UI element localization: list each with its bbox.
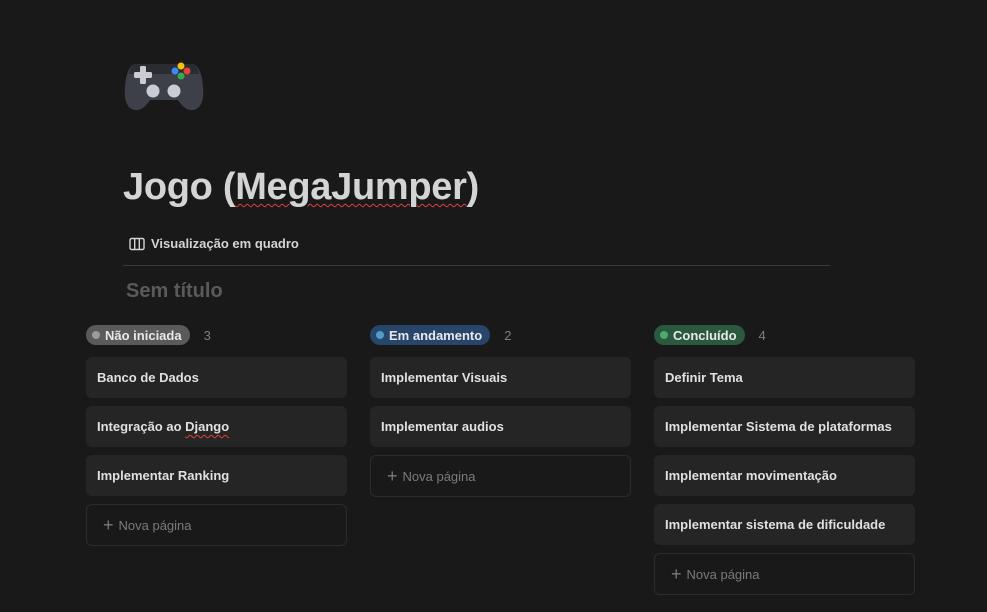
- card-title: Integração ao Django: [97, 419, 230, 434]
- column-count: 2: [504, 327, 512, 343]
- tab-board-view-label: Visualização em quadro: [151, 236, 299, 251]
- plus-icon: +: [103, 515, 114, 535]
- board-card[interactable]: Definir Tema: [654, 357, 915, 398]
- board-columns-icon: [129, 237, 145, 251]
- board-card[interactable]: Integração ao Django: [86, 406, 347, 447]
- new-page-label: Nova página: [402, 468, 476, 484]
- board-column-not-started: Não iniciada 3 Banco de Dados Integração…: [86, 324, 347, 546]
- board-card[interactable]: Implementar Ranking: [86, 455, 347, 496]
- column-count: 3: [203, 327, 211, 343]
- gamepad-icon[interactable]: [123, 56, 205, 116]
- new-page-label: Nova página: [686, 566, 760, 582]
- card-title: Implementar audios: [381, 419, 504, 434]
- card-title-misspelled: Django: [185, 419, 230, 434]
- status-pill-not-started[interactable]: Não iniciada: [86, 325, 190, 345]
- card-title: Implementar movimentação: [665, 468, 837, 483]
- status-label: Não iniciada: [105, 327, 182, 343]
- card-title: Definir Tema: [665, 370, 743, 385]
- plus-icon: +: [671, 564, 682, 584]
- status-label: Em andamento: [389, 327, 483, 343]
- status-label: Concluído: [673, 327, 737, 343]
- new-page-button[interactable]: + Nova página: [654, 553, 915, 595]
- board-card[interactable]: Implementar movimentação: [654, 455, 915, 496]
- card-title: Implementar sistema de dificuldade: [665, 517, 886, 532]
- card-title: Implementar Ranking: [97, 468, 230, 483]
- status-dot: [660, 331, 668, 339]
- card-title: Implementar Visuais: [381, 370, 508, 385]
- page: Jogo (MegaJumper) Visualização em quadro…: [0, 0, 987, 612]
- board-column-in-progress: Em andamento 2 Implementar Visuais Imple…: [370, 324, 631, 497]
- divider: [123, 265, 830, 266]
- card-title: Implementar Sistema de plataformas: [665, 419, 892, 434]
- plus-icon: +: [387, 466, 398, 486]
- board-card[interactable]: Banco de Dados: [86, 357, 347, 398]
- board-card[interactable]: Implementar Sistema de plataformas: [654, 406, 915, 447]
- column-header: Em andamento 2: [370, 324, 631, 346]
- board-column-done: Concluído 4 Definir Tema Implementar Sis…: [654, 324, 915, 595]
- board-card[interactable]: Implementar sistema de dificuldade: [654, 504, 915, 545]
- column-header: Não iniciada 3: [86, 324, 347, 346]
- status-dot: [92, 331, 100, 339]
- new-page-label: Nova página: [118, 517, 192, 533]
- board-card[interactable]: Implementar Visuais: [370, 357, 631, 398]
- status-dot: [376, 331, 384, 339]
- new-page-button[interactable]: + Nova página: [370, 455, 631, 497]
- board-card[interactable]: Implementar audios: [370, 406, 631, 447]
- column-count: 4: [758, 327, 766, 343]
- board-title[interactable]: Sem título: [126, 280, 223, 303]
- status-pill-in-progress[interactable]: Em andamento: [370, 325, 491, 345]
- tab-board-view[interactable]: Visualização em quadro: [129, 236, 299, 251]
- page-title[interactable]: Jogo (MegaJumper): [123, 166, 479, 209]
- card-title: Banco de Dados: [97, 370, 199, 385]
- new-page-button[interactable]: + Nova página: [86, 504, 347, 546]
- status-pill-done[interactable]: Concluído: [654, 325, 745, 345]
- column-header: Concluído 4: [654, 324, 915, 346]
